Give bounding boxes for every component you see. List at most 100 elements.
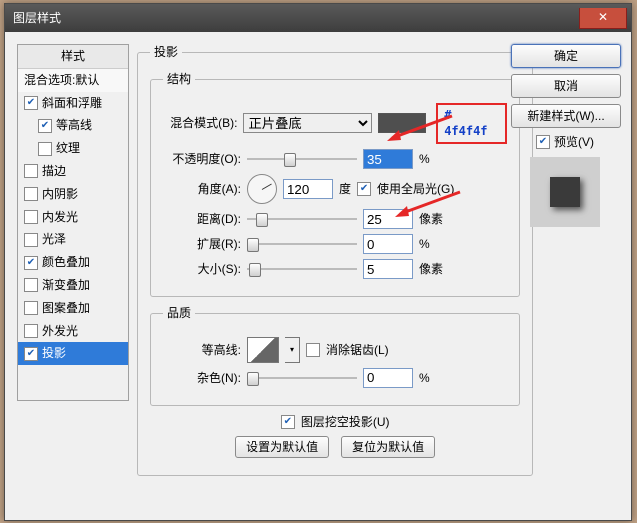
style-item-5[interactable]: 内阴影 [18,183,128,206]
preview-label: 预览(V) [554,134,594,151]
style-checkbox[interactable] [24,96,38,110]
structure-legend: 结构 [163,71,195,88]
close-button[interactable]: ✕ [579,8,627,29]
blend-mode-label: 混合模式(B): [163,115,237,132]
opacity-unit: % [419,151,449,168]
style-item-1[interactable]: 斜面和浮雕 [18,92,128,115]
drop-shadow-legend: 投影 [150,44,182,61]
new-style-button[interactable]: 新建样式(W)... [511,104,621,128]
style-checkbox[interactable] [24,233,38,247]
spread-unit: % [419,236,449,253]
style-item-4[interactable]: 描边 [18,160,128,183]
style-item-10[interactable]: 图案叠加 [18,297,128,320]
style-checkbox[interactable] [24,347,38,361]
noise-slider[interactable] [247,371,357,385]
set-default-button[interactable]: 设置为默认值 [235,436,329,458]
close-icon: ✕ [598,9,608,26]
style-item-label: 图案叠加 [42,300,90,317]
window-title: 图层样式 [13,10,61,27]
style-item-label: 光泽 [42,231,66,248]
style-item-6[interactable]: 内发光 [18,206,128,229]
opacity-input[interactable] [363,149,413,169]
style-checkbox[interactable] [38,119,52,133]
size-slider[interactable] [247,262,357,276]
noise-label: 杂色(N): [163,370,241,387]
style-item-label: 投影 [42,345,66,362]
angle-unit: 度 [339,181,351,198]
knockout-label: 图层挖空投影(U) [301,414,390,431]
noise-unit: % [419,370,449,387]
layer-style-dialog: 图层样式 ✕ 样式 混合选项:默认斜面和浮雕等高线纹理描边内阴影内发光光泽颜色叠… [4,3,632,521]
contour-dropdown-icon[interactable]: ▾ [285,337,300,363]
style-item-label: 渐变叠加 [42,277,90,294]
style-checkbox[interactable] [24,210,38,224]
titlebar[interactable]: 图层样式 ✕ [5,4,631,32]
distance-label: 距离(D): [163,211,241,228]
style-item-label: 描边 [42,163,66,180]
distance-slider[interactable] [247,212,357,226]
style-checkbox[interactable] [24,187,38,201]
right-panel: 确定 取消 新建样式(W)... 预览(V) [511,44,619,231]
style-checkbox[interactable] [24,324,38,338]
style-item-label: 内阴影 [42,186,78,203]
drop-shadow-group: 投影 结构 混合模式(B): 正片叠底 # 4f4f4f 不透明度(O): % [137,44,533,476]
cancel-button[interactable]: 取消 [511,74,621,98]
style-item-label: 颜色叠加 [42,254,90,271]
contour-picker[interactable] [247,337,279,363]
angle-input[interactable] [283,179,333,199]
size-input[interactable] [363,259,413,279]
antialias-label: 消除锯齿(L) [326,342,389,359]
style-item-label: 纹理 [56,140,80,157]
style-item-8[interactable]: 颜色叠加 [18,251,128,274]
quality-group: 品质 等高线: ▾ 消除锯齿(L) 杂色(N): % [150,305,520,406]
contour-label: 等高线: [163,342,241,359]
style-checkbox[interactable] [24,278,38,292]
global-light-checkbox[interactable] [357,182,371,196]
style-item-label: 混合选项:默认 [24,72,99,89]
style-checkbox[interactable] [24,301,38,315]
shadow-color-swatch[interactable] [378,113,426,133]
distance-input[interactable] [363,209,413,229]
angle-label: 角度(A): [163,181,241,198]
style-item-11[interactable]: 外发光 [18,320,128,343]
blend-mode-select[interactable]: 正片叠底 [243,113,372,133]
distance-unit: 像素 [419,211,449,228]
antialias-checkbox[interactable] [306,343,320,357]
style-item-3[interactable]: 纹理 [18,137,128,160]
preview-checkbox[interactable] [536,135,550,149]
style-item-label: 内发光 [42,209,78,226]
knockout-checkbox[interactable] [281,415,295,429]
styles-header: 样式 [18,45,128,69]
style-checkbox[interactable] [24,256,38,270]
color-hex-annotation: # 4f4f4f [436,103,507,145]
style-item-2[interactable]: 等高线 [18,114,128,137]
style-checkbox[interactable] [24,164,38,178]
noise-input[interactable] [363,368,413,388]
style-item-0[interactable]: 混合选项:默认 [18,69,128,92]
quality-legend: 品质 [163,305,195,322]
style-item-12[interactable]: 投影 [18,342,128,365]
style-checkbox[interactable] [38,142,52,156]
size-unit: 像素 [419,261,449,278]
style-item-9[interactable]: 渐变叠加 [18,274,128,297]
preview-thumbnail [530,157,600,227]
reset-default-button[interactable]: 复位为默认值 [341,436,435,458]
structure-group: 结构 混合模式(B): 正片叠底 # 4f4f4f 不透明度(O): % [150,71,520,297]
spread-input[interactable] [363,234,413,254]
styles-list: 混合选项:默认斜面和浮雕等高线纹理描边内阴影内发光光泽颜色叠加渐变叠加图案叠加外… [18,69,128,365]
main-panel: 投影 结构 混合模式(B): 正片叠底 # 4f4f4f 不透明度(O): % [137,44,497,484]
angle-dial[interactable] [247,174,277,204]
style-item-label: 外发光 [42,323,78,340]
ok-button[interactable]: 确定 [511,44,621,68]
opacity-slider[interactable] [247,152,357,166]
opacity-label: 不透明度(O): [163,151,241,168]
style-item-label: 斜面和浮雕 [42,95,102,112]
styles-panel: 样式 混合选项:默认斜面和浮雕等高线纹理描边内阴影内发光光泽颜色叠加渐变叠加图案… [17,44,129,401]
spread-slider[interactable] [247,237,357,251]
style-item-label: 等高线 [56,117,92,134]
preview-inner-icon [550,177,580,207]
style-item-7[interactable]: 光泽 [18,228,128,251]
global-light-label: 使用全局光(G) [377,181,454,198]
spread-label: 扩展(R): [163,236,241,253]
size-label: 大小(S): [163,261,241,278]
